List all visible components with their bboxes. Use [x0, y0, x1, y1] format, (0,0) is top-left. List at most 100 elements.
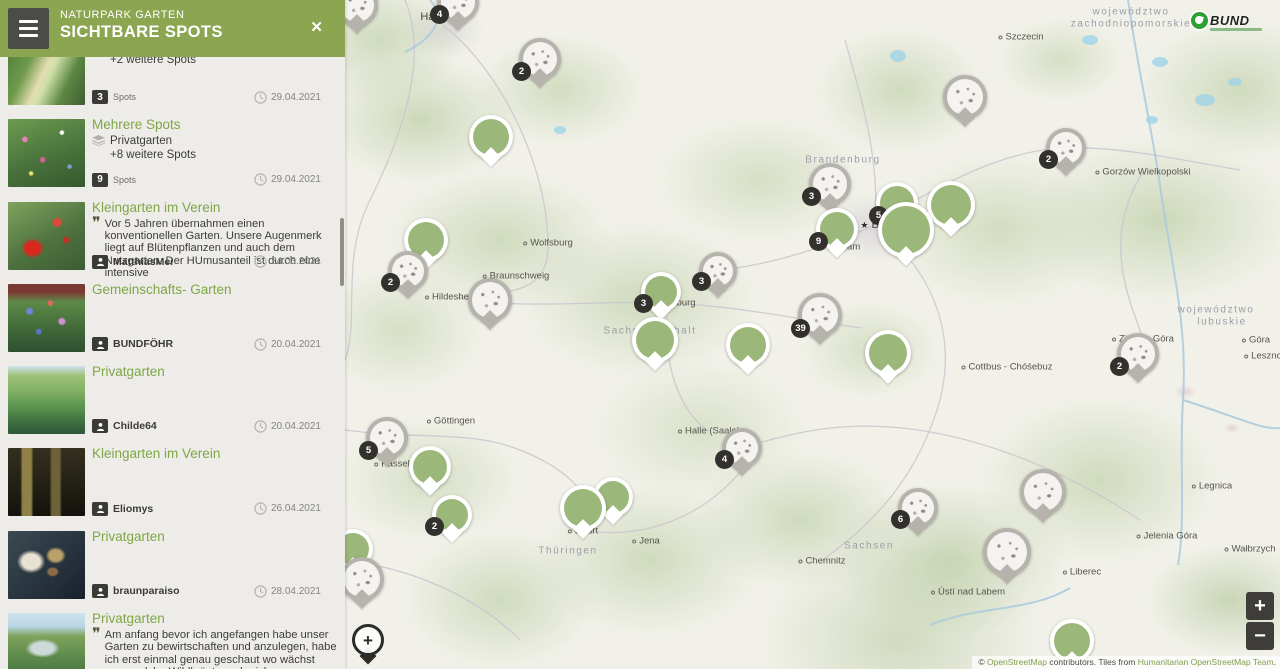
spot-title[interactable]: Privatgarten: [92, 529, 337, 544]
map-marker[interactable]: 2: [1046, 128, 1086, 168]
bund-logo[interactable]: BUND: [1191, 12, 1250, 29]
map-marker[interactable]: [726, 323, 770, 367]
spot-count-badge: 3: [92, 90, 108, 104]
map-marker[interactable]: 2: [1117, 333, 1159, 375]
map-marker[interactable]: [1020, 469, 1066, 515]
spot-thumbnail[interactable]: [8, 613, 85, 669]
spot-description-text: Vor 5 Jahren übernahmen einen konvention…: [105, 218, 337, 280]
map-marker[interactable]: [468, 278, 512, 322]
map-marker[interactable]: [927, 181, 975, 229]
list-item[interactable]: Gemeinschafts- Garten BUNDFÖHR: [0, 277, 345, 359]
spot-thumbnail[interactable]: [8, 448, 85, 516]
username: BUNDFÖHR: [113, 338, 173, 350]
map-label-text: województwo: [1092, 7, 1169, 18]
map-marker[interactable]: 3: [641, 272, 681, 312]
spot-title[interactable]: Privatgarten: [92, 364, 337, 379]
bund-logo-tagline: [1210, 28, 1262, 31]
hot-link[interactable]: Humanitarian OpenStreetMap Team: [1138, 657, 1274, 667]
map-marker[interactable]: 2: [432, 495, 472, 535]
map-marker[interactable]: 39: [798, 293, 842, 337]
spot-meta-row: braunparaiso 28.04.2021: [92, 584, 321, 598]
cluster-count-badge: 3: [634, 294, 653, 313]
spot-meta-row: MatthiasMei 24.03.2021: [92, 255, 321, 269]
map-marker[interactable]: 5: [366, 417, 408, 459]
page-title: SICHTBARE SPOTS: [60, 23, 223, 42]
spot-thumbnail[interactable]: [8, 202, 85, 270]
spot-title[interactable]: Kleingarten im Verein: [92, 200, 337, 215]
map-marker[interactable]: 3: [699, 252, 737, 290]
spot-title[interactable]: Privatgarten: [92, 611, 337, 626]
map-marker[interactable]: 6: [898, 488, 938, 528]
zoom-out-button[interactable]: −: [1246, 622, 1274, 650]
list-item[interactable]: Kleingarten im Verein Eliomys: [0, 441, 345, 523]
spot-description-text: Am anfang bevor ich angefangen habe unse…: [105, 629, 337, 669]
marker-ring: [409, 446, 451, 488]
map-marker[interactable]: [865, 330, 911, 376]
osm-link[interactable]: OpenStreetMap: [987, 657, 1047, 667]
spot-meta-row: 3 Spots 29.04.2021: [92, 90, 321, 104]
spot-title[interactable]: Mehrere Spots: [92, 117, 337, 132]
map-marker[interactable]: [340, 557, 384, 601]
map-marker[interactable]: [878, 202, 934, 258]
map-marker[interactable]: 2: [519, 38, 561, 80]
list-item[interactable]: Privatgarten braunparaiso: [0, 524, 345, 606]
close-icon[interactable]: ✕: [310, 20, 323, 35]
list-item[interactable]: Privatgarten Childe64: [0, 359, 345, 441]
spot-list[interactable]: Sonstiges+2 weitere Spots 3 Spots 29.04.…: [0, 57, 345, 669]
map-marker[interactable]: [469, 115, 513, 159]
map-marker[interactable]: [560, 485, 606, 531]
map-marker[interactable]: [409, 446, 451, 488]
marker-ring: [468, 278, 512, 322]
zoom-in-button[interactable]: +: [1246, 592, 1274, 620]
list-item[interactable]: Privatgarten ❞ Am anfang bevor ich angef…: [0, 606, 345, 669]
spot-count-label: Spots: [113, 92, 136, 102]
map-label-text: lubuskie: [1197, 317, 1247, 328]
map-marker[interactable]: [632, 317, 678, 363]
map-label: Thüringen: [538, 546, 597, 557]
map-label: Chemnitz: [798, 556, 845, 567]
map-marker[interactable]: [983, 528, 1031, 576]
city-dot-icon: [931, 590, 935, 594]
map-label-text: Ústí nad Labem: [938, 587, 1005, 598]
spot-thumbnail[interactable]: [8, 366, 85, 434]
spot-description: ❞ Am anfang bevor ich angefangen habe un…: [92, 629, 337, 669]
spot-category-line: +2 weitere Spots: [92, 57, 337, 66]
username: Eliomys: [113, 503, 153, 515]
marker-ring: [1020, 469, 1066, 515]
spot-thumbnail[interactable]: [8, 57, 85, 105]
map-label-text: Chemnitz: [805, 556, 845, 567]
map-marker[interactable]: 3: [809, 163, 851, 205]
list-item[interactable]: Mehrere Spots Privatgarten+8 weitere Spo…: [0, 112, 345, 194]
spot-thumbnail[interactable]: [8, 284, 85, 352]
marker-photo: [413, 450, 447, 484]
map-label: Ústí nad Labem: [931, 587, 1005, 598]
add-spot-pin-button[interactable]: +: [352, 624, 384, 656]
list-item[interactable]: Kleingarten im Verein ❞ Vor 5 Jahren übe…: [0, 195, 345, 277]
spot-title[interactable]: Gemeinschafts- Garten: [92, 282, 337, 297]
spot-title[interactable]: Kleingarten im Verein: [92, 446, 337, 461]
map-label-text: Szczecin: [1005, 32, 1043, 43]
user-icon: [92, 584, 108, 598]
map-label-text: Cottbus - Chóśebuz: [969, 362, 1053, 373]
hamburger-menu-button[interactable]: [8, 8, 49, 49]
clock-icon: [254, 255, 267, 268]
list-item[interactable]: Sonstiges+2 weitere Spots 3 Spots 29.04.…: [0, 57, 345, 112]
map-marker[interactable]: 2: [388, 251, 428, 291]
bund-logo-icon: [1191, 12, 1208, 29]
city-dot-icon: [962, 365, 966, 369]
map-label: województwo: [1177, 305, 1254, 316]
map-marker[interactable]: 4: [722, 428, 762, 468]
spot-thumbnail[interactable]: [8, 531, 85, 599]
username: Childe64: [113, 420, 157, 432]
username: MatthiasMei: [113, 256, 173, 268]
marker-photo: [473, 119, 509, 155]
map-marker[interactable]: [943, 75, 987, 119]
cluster-count-badge: 39: [791, 319, 810, 338]
map-marker[interactable]: 4: [437, 0, 479, 23]
spot-thumbnail[interactable]: [8, 119, 85, 187]
map-marker[interactable]: 9: [816, 208, 858, 250]
clock-icon: [254, 91, 267, 104]
city-dot-icon: [1192, 484, 1196, 488]
scrollbar-thumb[interactable]: [340, 218, 344, 286]
map-label-text: Thüringen: [538, 546, 597, 557]
